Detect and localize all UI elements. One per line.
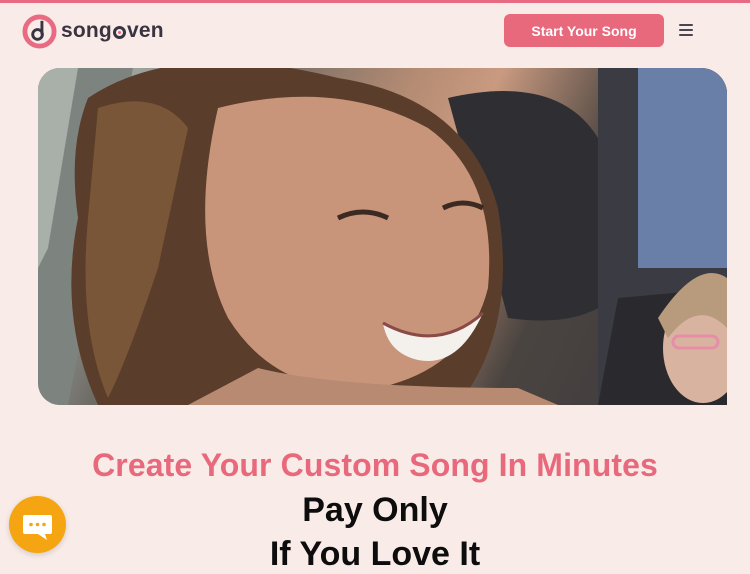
hero-image <box>38 68 727 405</box>
chat-button[interactable] <box>9 496 66 553</box>
logo-text-start: song <box>61 19 112 42</box>
chat-icon <box>23 515 52 540</box>
songoven-logo-icon <box>22 13 57 49</box>
logo-wordmark: song ven <box>61 19 164 43</box>
menu-line <box>679 24 693 26</box>
start-your-song-button[interactable]: Start Your Song <box>504 14 664 47</box>
headline: Create Your Custom Song In Minutes <box>92 447 658 483</box>
logo-text-end: ven <box>126 19 164 42</box>
subheadline-line-1: Pay Only <box>302 491 448 529</box>
hero-video[interactable] <box>38 68 727 405</box>
menu-line <box>679 34 693 36</box>
site-header: song ven Start Your Song <box>0 3 750 60</box>
logo[interactable]: song ven <box>22 13 164 49</box>
logo-o-glyph <box>112 25 126 39</box>
hamburger-menu-icon[interactable] <box>679 24 697 38</box>
menu-line <box>679 29 693 31</box>
subheadline-line-2: If You Love It <box>269 535 481 573</box>
